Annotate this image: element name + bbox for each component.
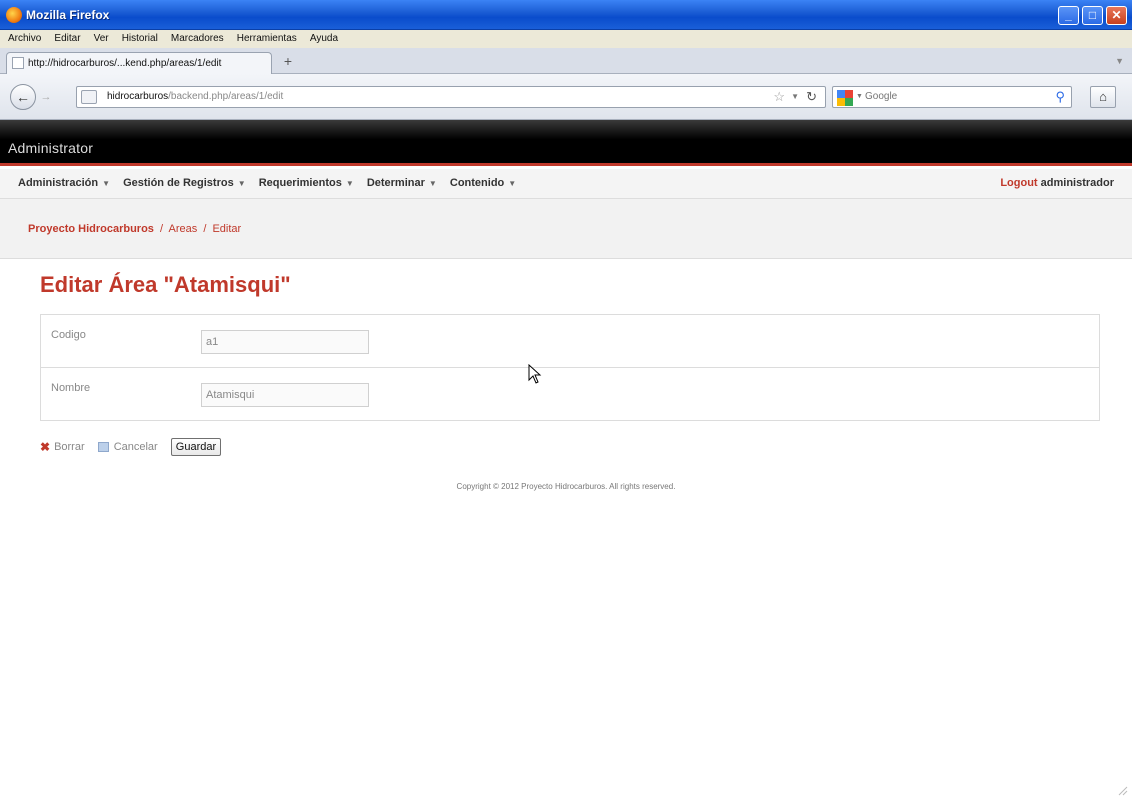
tab-strip: http://hidrocarburos/...kend.php/areas/1… bbox=[0, 48, 1132, 74]
url-bar[interactable]: hidrocarburos/backend.php/areas/1/edit ☆… bbox=[76, 86, 826, 108]
bookmark-star-icon[interactable]: ☆ bbox=[773, 89, 785, 105]
cancel-icon bbox=[97, 442, 109, 452]
codigo-label: Codigo bbox=[51, 329, 86, 341]
menu-determinar-label: Determinar bbox=[366, 177, 425, 189]
menu-determinar[interactable]: Determinar ▼ bbox=[367, 177, 437, 189]
main-menu: Administración ▼ Gestión de Registros ▼ Re… bbox=[0, 169, 1132, 199]
menu-requerimientos-label: Requerimientos bbox=[258, 177, 342, 189]
cancel-label: Cancelar bbox=[113, 441, 158, 453]
firefox-icon bbox=[6, 7, 22, 23]
menu-ver[interactable]: Ver bbox=[94, 33, 109, 44]
site-identity-icon[interactable] bbox=[81, 90, 97, 104]
page-icon bbox=[12, 57, 24, 69]
edit-form: Codigo Nombre bbox=[40, 314, 1100, 421]
form-row-codigo: Codigo bbox=[41, 315, 1099, 368]
menu-contenido-label: Contenido bbox=[449, 177, 505, 189]
chevron-down-icon: ▼ bbox=[508, 179, 517, 188]
back-button[interactable]: ← bbox=[10, 84, 36, 110]
cancel-link[interactable]: Cancelar bbox=[97, 441, 158, 453]
home-button[interactable]: ⌂ bbox=[1090, 86, 1116, 108]
menu-gestion-registros[interactable]: Gestión de Registros ▼ bbox=[123, 177, 246, 189]
mouse-pointer-icon bbox=[528, 364, 542, 384]
forward-button[interactable]: → bbox=[36, 88, 56, 106]
window-title: Mozilla Firefox bbox=[26, 8, 110, 22]
url-host: hidrocarburos bbox=[107, 91, 169, 102]
navigation-toolbar: ← → hidrocarburos/backend.php/areas/1/ed… bbox=[0, 74, 1132, 120]
breadcrumb-areas[interactable]: Areas bbox=[169, 223, 198, 235]
delete-link[interactable]: ✖ Borrar bbox=[40, 440, 85, 454]
tab-list-icon[interactable]: ▼ bbox=[1115, 56, 1124, 66]
search-bar[interactable]: ▼ ⚲ bbox=[832, 86, 1072, 108]
history-dropdown-icon[interactable]: ▼ bbox=[791, 92, 799, 101]
menu-herramientas[interactable]: Herramientas bbox=[237, 33, 297, 44]
breadcrumb-root[interactable]: Proyecto Hidrocarburos bbox=[28, 223, 154, 235]
chevron-down-icon: ▼ bbox=[345, 179, 354, 188]
page-title: Editar Área "Atamisqui" bbox=[40, 272, 291, 297]
username: administrador bbox=[1040, 177, 1114, 189]
chevron-down-icon: ▼ bbox=[237, 179, 246, 188]
url-path: /backend.php/areas/1/edit bbox=[168, 91, 284, 102]
delete-label: Borrar bbox=[54, 441, 85, 453]
chevron-down-icon: ▼ bbox=[102, 179, 110, 188]
tab-label: http://hidrocarburos/...kend.php/areas/1… bbox=[28, 58, 222, 69]
breadcrumb-separator: / bbox=[159, 223, 164, 235]
google-icon[interactable] bbox=[837, 90, 853, 106]
menu-ayuda[interactable]: Ayuda bbox=[310, 33, 338, 44]
menu-administracion-label: Administración bbox=[18, 177, 99, 189]
chevron-down-icon: ▼ bbox=[428, 179, 437, 188]
search-input[interactable] bbox=[865, 91, 1035, 102]
menu-contenido[interactable]: Contenido ▼ bbox=[450, 177, 516, 189]
menu-bar: Archivo Editar Ver Historial Marcadores … bbox=[0, 30, 1132, 48]
menu-gestion-registros-label: Gestión de Registros bbox=[123, 177, 234, 189]
codigo-field[interactable] bbox=[201, 330, 369, 354]
close-button[interactable]: ✕ bbox=[1106, 6, 1127, 25]
reload-icon[interactable]: ↻ bbox=[806, 89, 817, 105]
menu-marcadores[interactable]: Marcadores bbox=[171, 33, 224, 44]
breadcrumb-separator: / bbox=[203, 223, 207, 235]
window-title-bar: Mozilla Firefox _ □ ✕ bbox=[0, 0, 1132, 30]
nombre-field[interactable] bbox=[201, 383, 369, 407]
browser-tab[interactable]: http://hidrocarburos/...kend.php/areas/1… bbox=[6, 52, 272, 74]
menu-requerimientos[interactable]: Requerimientos ▼ bbox=[259, 177, 354, 189]
menu-administracion[interactable]: Administración ▼ bbox=[18, 177, 110, 189]
form-row-nombre: Nombre bbox=[41, 368, 1099, 421]
breadcrumb-current: Editar bbox=[212, 223, 242, 235]
delete-icon: ✖ bbox=[40, 440, 51, 454]
app-brand[interactable]: Administrator bbox=[8, 140, 93, 156]
minimize-button[interactable]: _ bbox=[1058, 6, 1079, 25]
breadcrumb-bar: Proyecto Hidrocarburos / Areas / Editar bbox=[0, 199, 1132, 259]
resize-grip-icon[interactable] bbox=[1116, 784, 1128, 796]
form-actions: ✖ Borrar Cancelar Guardar bbox=[40, 438, 222, 462]
maximize-button[interactable]: □ bbox=[1082, 6, 1103, 25]
search-icon[interactable]: ⚲ bbox=[1055, 89, 1065, 105]
url-text: hidrocarburos/backend.php/areas/1/edit bbox=[107, 91, 283, 102]
breadcrumb: Proyecto Hidrocarburos / Areas / Editar bbox=[28, 223, 241, 235]
footer-copyright: Copyright © 2012 Proyecto Hidrocarburos.… bbox=[456, 482, 676, 491]
save-button[interactable]: Guardar bbox=[170, 438, 222, 456]
menu-historial[interactable]: Historial bbox=[122, 33, 158, 44]
menu-editar[interactable]: Editar bbox=[54, 33, 80, 44]
logout-link[interactable]: Logout bbox=[1000, 177, 1037, 189]
menu-archivo[interactable]: Archivo bbox=[8, 33, 41, 44]
nombre-label: Nombre bbox=[51, 382, 91, 394]
user-box: Logout administrador bbox=[1000, 177, 1114, 189]
engine-dropdown-icon[interactable]: ▼ bbox=[856, 93, 863, 100]
new-tab-button[interactable]: + bbox=[278, 54, 298, 70]
app-header: Administrator bbox=[0, 120, 1132, 166]
